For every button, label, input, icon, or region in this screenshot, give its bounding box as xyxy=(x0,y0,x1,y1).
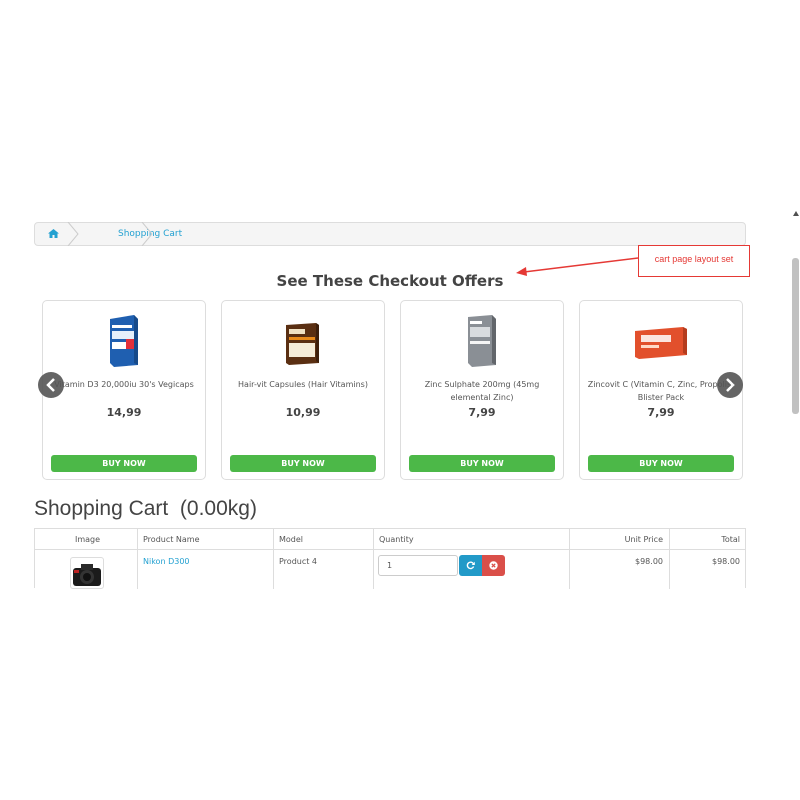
cart-product-model: Product 4 xyxy=(279,557,318,566)
chevron-left-icon xyxy=(46,378,55,392)
column-header-model: Model xyxy=(279,535,304,544)
column-header-total: Total xyxy=(721,535,740,544)
offer-name[interactable]: Zinc Sulphate 200mg (45mg elemental Zinc… xyxy=(405,378,559,404)
column-header-unit-price: Unit Price xyxy=(624,535,663,544)
breadcrumb-separator xyxy=(141,222,153,246)
remove-item-button[interactable] xyxy=(482,555,505,576)
offer-card: Zinc Sulphate 200mg (45mg elemental Zinc… xyxy=(400,300,564,480)
offer-price: 7,99 xyxy=(468,406,496,419)
cart-product-image[interactable] xyxy=(70,557,104,589)
product-image xyxy=(286,323,319,365)
buy-now-button[interactable]: BUY NOW xyxy=(409,455,555,472)
camera-image xyxy=(73,564,101,586)
column-header-product-name: Product Name xyxy=(143,535,200,544)
buy-now-button[interactable]: BUY NOW xyxy=(588,455,734,472)
product-image xyxy=(635,327,687,359)
column-divider xyxy=(137,529,138,589)
annotation-text: cart page layout set xyxy=(654,254,734,264)
offer-card: Hair-vit Capsules (Hair Vitamins) 10,99 … xyxy=(221,300,385,480)
offer-card: Vitamin D3 20,000iu 30's Vegicaps 14,99 … xyxy=(42,300,206,480)
column-header-image: Image xyxy=(75,535,101,544)
update-quantity-button[interactable] xyxy=(459,555,482,576)
offer-price: 10,99 xyxy=(285,406,321,419)
scroll-up-icon[interactable] xyxy=(793,211,799,216)
offer-price: 14,99 xyxy=(106,406,142,419)
scrollbar-thumb[interactable] xyxy=(792,258,799,414)
chevron-right-icon xyxy=(726,378,735,392)
cart-table: Image Product Name Model Quantity Unit P… xyxy=(34,528,746,589)
column-divider xyxy=(273,529,274,589)
column-divider xyxy=(669,529,670,589)
offer-name[interactable]: Zincovit C (Vitamin C, Zinc, Propolis) B… xyxy=(584,378,738,404)
breadcrumb-separator xyxy=(67,222,79,246)
carousel-next-button[interactable] xyxy=(717,372,743,398)
refresh-icon xyxy=(466,561,475,570)
cart-total: $98.00 xyxy=(712,557,740,566)
buy-now-button[interactable]: BUY NOW xyxy=(51,455,197,472)
column-header-quantity: Quantity xyxy=(379,535,414,544)
product-image xyxy=(468,315,496,367)
cart-title: Shopping Cart (0.00kg) xyxy=(34,497,257,520)
remove-icon xyxy=(489,561,498,570)
home-icon xyxy=(48,229,59,238)
offer-name[interactable]: Vitamin D3 20,000iu 30's Vegicaps xyxy=(47,378,201,391)
offer-price: 7,99 xyxy=(647,406,675,419)
quantity-input[interactable]: 1 xyxy=(378,555,458,576)
buy-now-button[interactable]: BUY NOW xyxy=(230,455,376,472)
cart-unit-price: $98.00 xyxy=(635,557,663,566)
carousel-prev-button[interactable] xyxy=(38,372,64,398)
offer-name[interactable]: Hair-vit Capsules (Hair Vitamins) xyxy=(226,378,380,391)
column-divider xyxy=(569,529,570,589)
cart-product-name[interactable]: Nikon D300 xyxy=(143,557,190,566)
column-divider xyxy=(373,529,374,589)
breadcrumb: Shopping Cart xyxy=(34,222,746,246)
product-image xyxy=(110,315,138,367)
offers-title: See These Checkout Offers xyxy=(276,272,504,290)
